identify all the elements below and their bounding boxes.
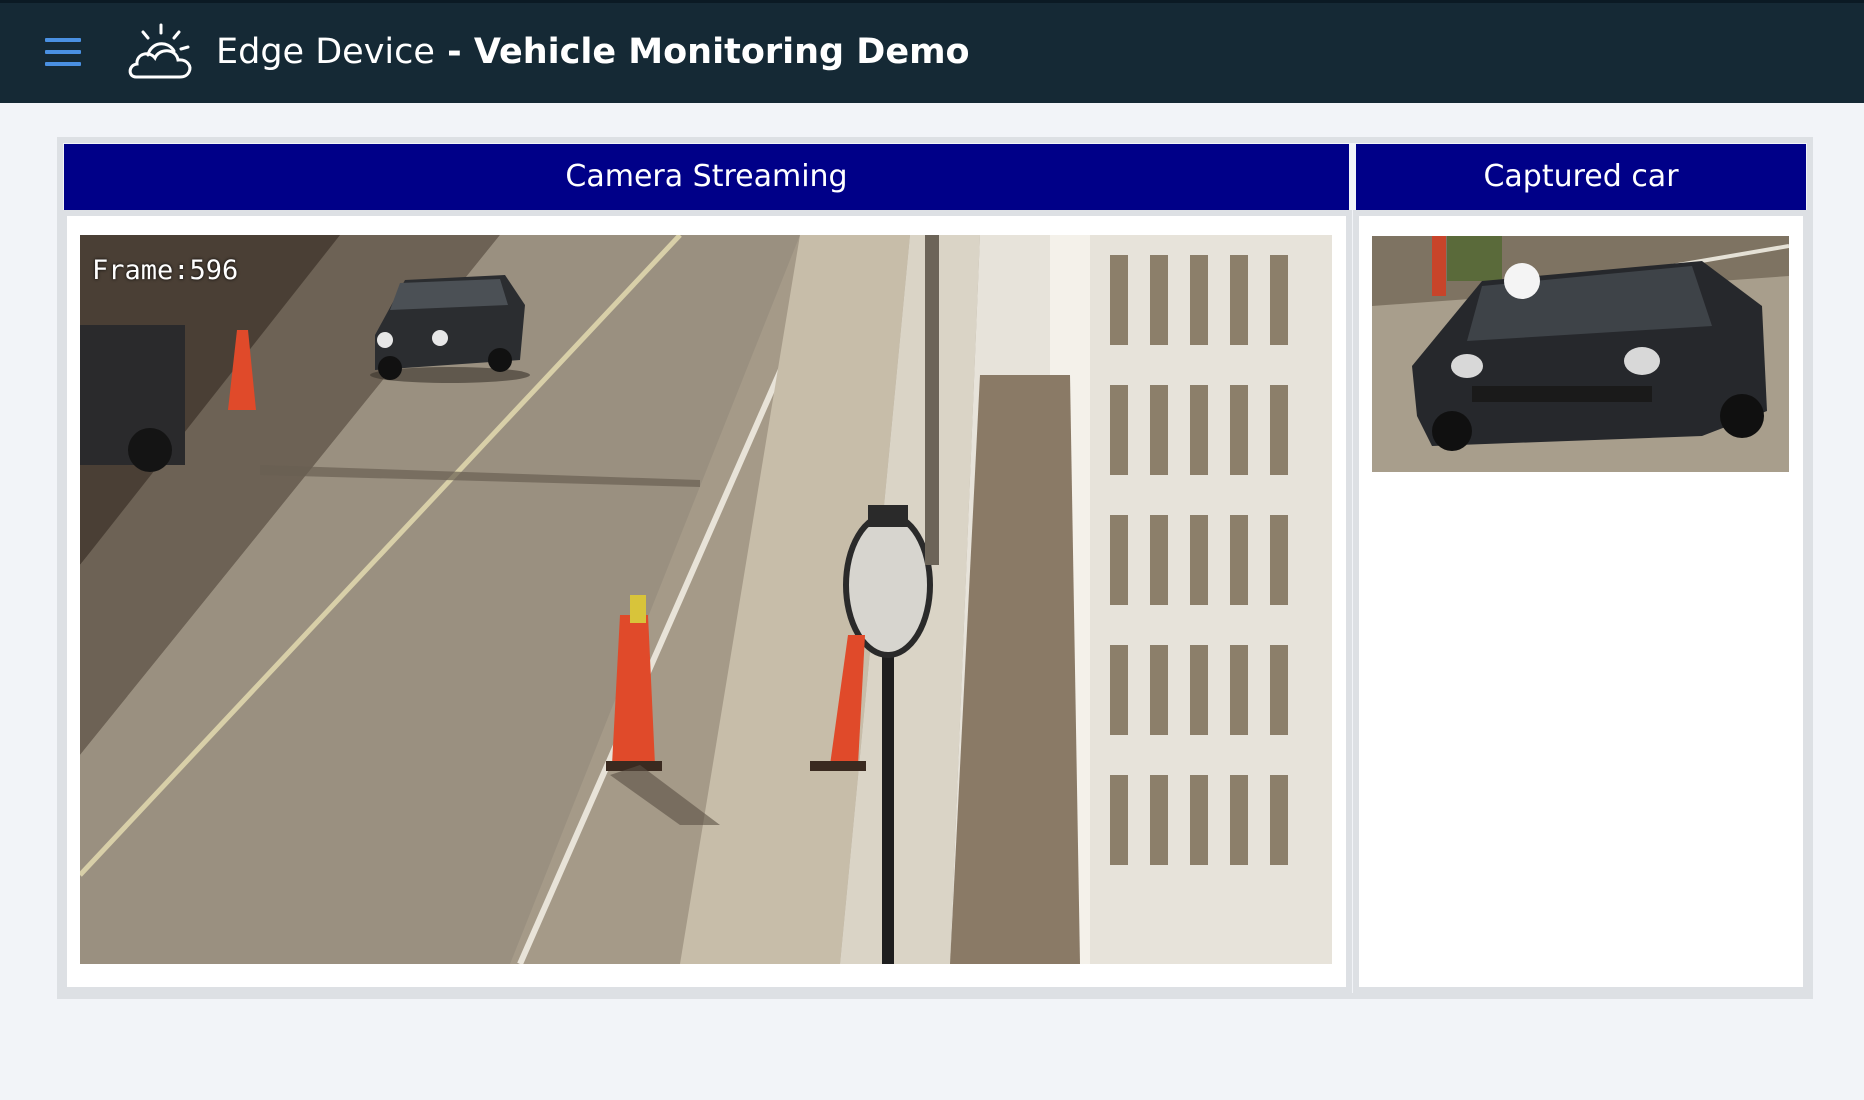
camera-stream-video[interactable]: Frame:596 — [80, 235, 1332, 964]
title-separator: - — [434, 32, 474, 72]
street-scene-image — [80, 235, 1332, 964]
captured-car-image[interactable] — [1372, 236, 1789, 472]
camera-streaming-header: Camera Streaming — [64, 144, 1349, 210]
top-app-bar: Edge Device - Vehicle Monitoring Demo — [0, 0, 1864, 103]
hamburger-menu-icon[interactable] — [45, 38, 81, 68]
app-title: Edge Device - Vehicle Monitoring Demo — [216, 28, 970, 76]
app-name: Edge Device — [216, 32, 435, 72]
captured-car-header: Captured car — [1356, 144, 1806, 210]
frame-counter-label: Frame:596 — [92, 255, 239, 286]
app-subtitle: Vehicle Monitoring Demo — [473, 32, 970, 72]
car-snapshot — [1372, 236, 1789, 472]
cloud-sun-icon — [128, 23, 192, 79]
